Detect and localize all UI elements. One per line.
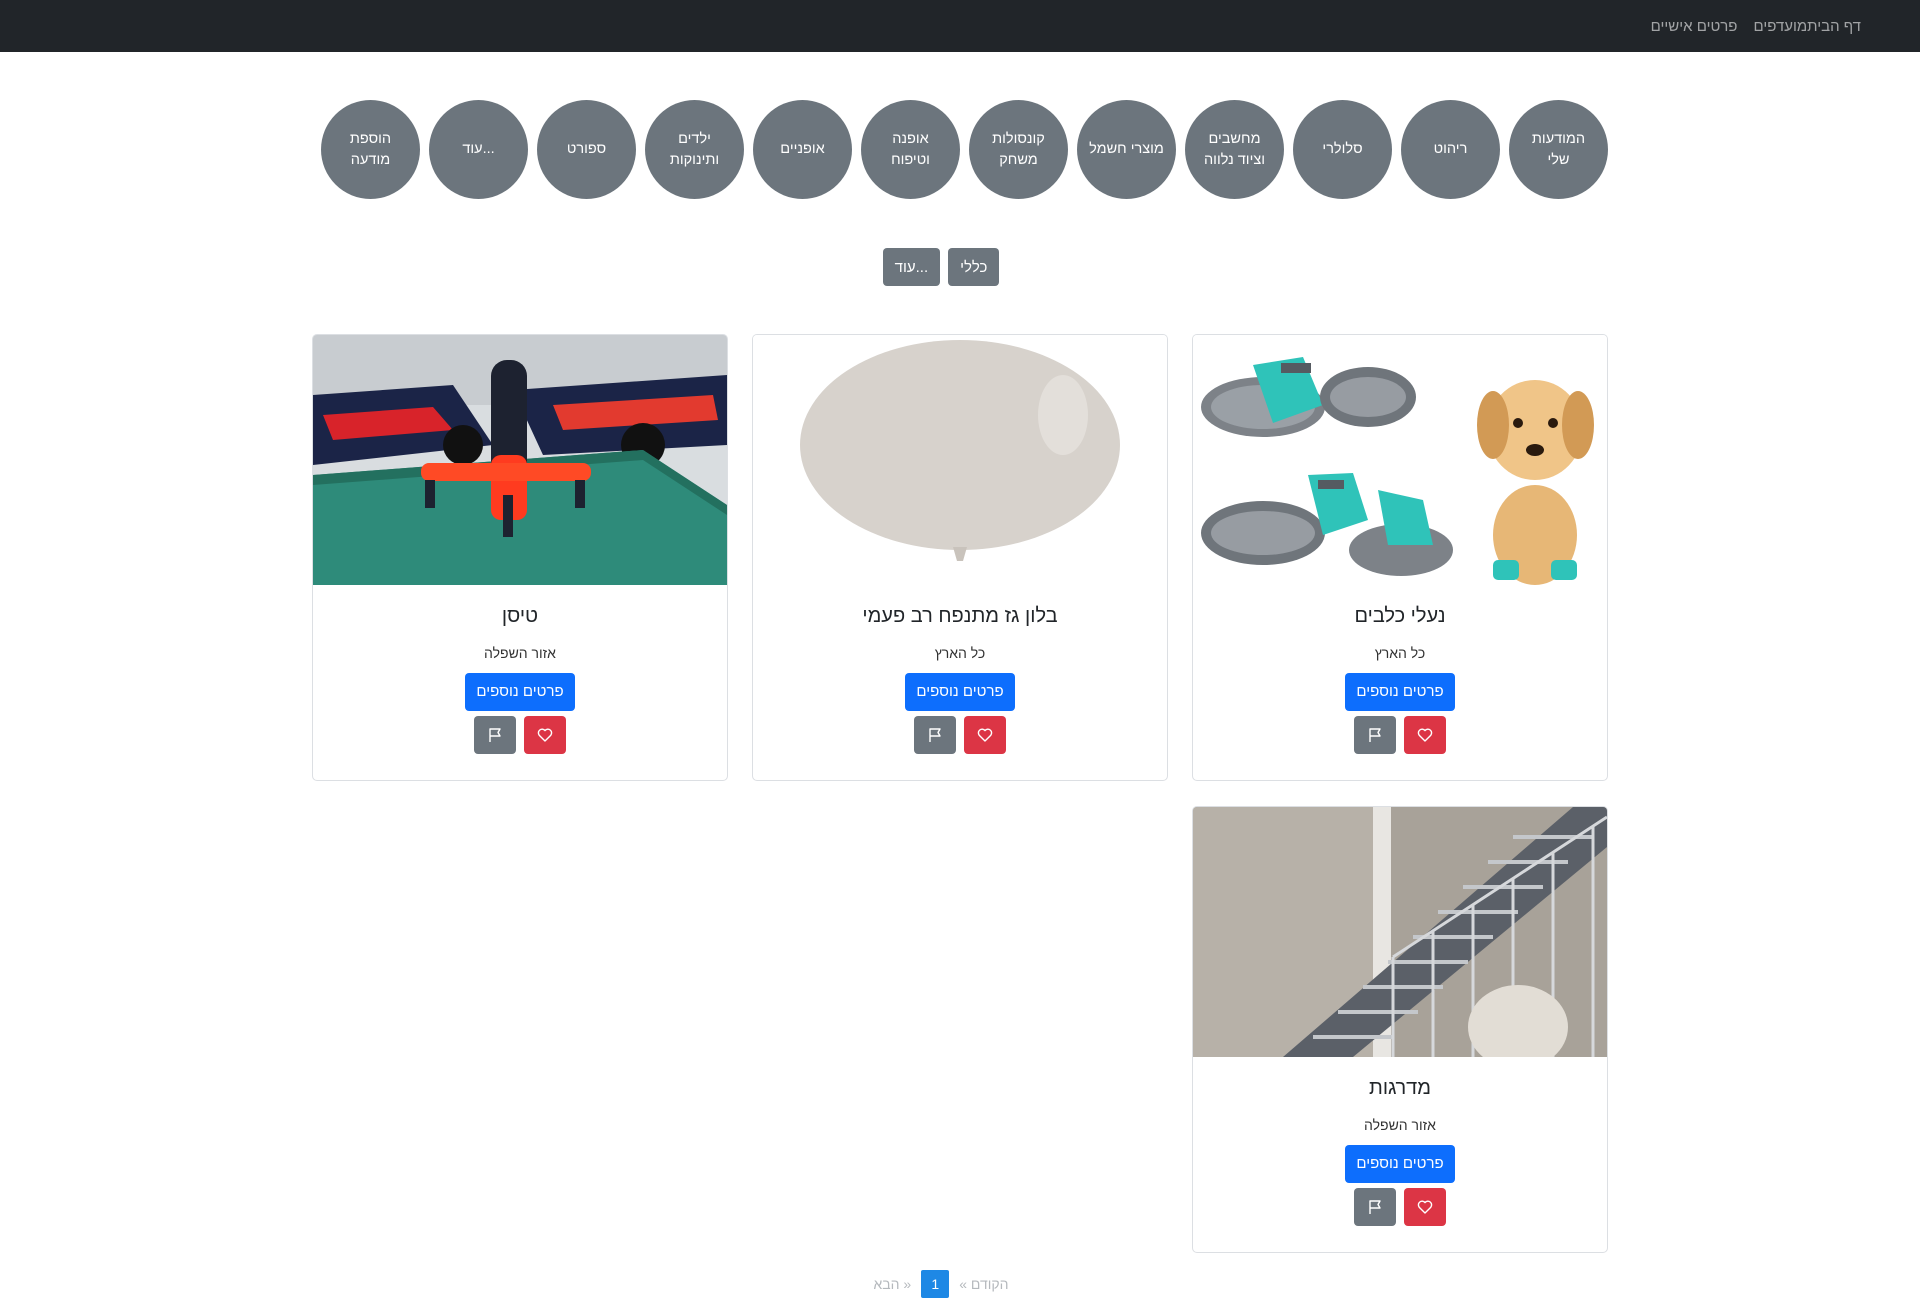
category-row: המודעות שלי ריהוט סלולרי מחשבים וציוד נל…: [321, 100, 1608, 199]
category-fashion[interactable]: אופנה וטיפוח: [861, 100, 960, 199]
category-add-ad[interactable]: הוספת מודעה: [321, 100, 420, 199]
stairs-illustration: [1193, 807, 1607, 1057]
product-card: נעלי כלבים כל הארץ פרטים נוספים: [1192, 334, 1608, 781]
flag-icon: [1369, 728, 1381, 742]
product-card: מדרגות אזור השפלה פרטים נוספים: [1192, 806, 1608, 1253]
pagination-next[interactable]: הבא »: [873, 1276, 911, 1292]
favorite-button[interactable]: [1404, 716, 1446, 754]
more-details-button[interactable]: פרטים נוספים: [905, 673, 1015, 711]
balloon-illustration: [753, 335, 1167, 585]
favorite-button[interactable]: [524, 716, 566, 754]
category-kids[interactable]: ילדים ותינוקות: [645, 100, 744, 199]
flag-icon: [489, 728, 501, 742]
pagination-previous[interactable]: « הקודם: [959, 1276, 1008, 1292]
product-title: נעלי כלבים: [1354, 605, 1446, 627]
category-furniture[interactable]: ריהוט: [1401, 100, 1500, 199]
dog-shoes-illustration: [1193, 335, 1607, 585]
dog-shoes-photo-icon[interactable]: [1193, 335, 1607, 585]
drone-illustration: [313, 335, 727, 585]
more-details-button[interactable]: פרטים נוספים: [1345, 673, 1455, 711]
product-location: אזור השפלה: [484, 645, 556, 661]
category-game-consoles[interactable]: קונסולות משחק: [969, 100, 1068, 199]
balloon-photo-icon[interactable]: [753, 335, 1167, 585]
stairs-photo-icon[interactable]: [1193, 807, 1607, 1057]
drone-photo-icon[interactable]: [313, 335, 727, 585]
card-actions: [313, 716, 727, 754]
product-title: טיסן: [501, 605, 539, 627]
more-details-button[interactable]: פרטים נוספים: [465, 673, 575, 711]
heart-icon: [1417, 728, 1433, 742]
category-cellular[interactable]: סלולרי: [1293, 100, 1392, 199]
category-more[interactable]: עוד...: [429, 100, 528, 199]
category-sport[interactable]: ספורט: [537, 100, 636, 199]
product-card: בלון גז מתנפח רב פעמי כל הארץ פרטים נוספ…: [752, 334, 1168, 781]
nav-link-personal-details[interactable]: פרטים אישיים: [1651, 18, 1738, 35]
heart-icon: [977, 728, 993, 742]
product-location: אזור השפלה: [1364, 1117, 1436, 1133]
nav-link-favorites[interactable]: מועדפים: [1753, 18, 1807, 35]
product-location: כל הארץ: [934, 645, 986, 661]
top-navbar: דף הבית מועדפים פרטים אישיים: [0, 0, 1920, 52]
category-bicycles[interactable]: אופניים: [753, 100, 852, 199]
card-actions: [1193, 716, 1607, 754]
product-card: טיסן אזור השפלה פרטים נוספים: [312, 334, 728, 781]
card-actions: [1193, 1188, 1607, 1226]
product-title: מדרגות: [1369, 1077, 1431, 1099]
subcategory-general-button[interactable]: כללי: [948, 248, 1000, 286]
favorite-button[interactable]: [1404, 1188, 1446, 1226]
product-title: בלון גז מתנפח רב פעמי: [862, 605, 1058, 627]
subcategory-row: כללי עוד...: [0, 248, 1920, 286]
product-location: כל הארץ: [1374, 645, 1426, 661]
category-electronics[interactable]: מוצרי חשמל: [1077, 100, 1176, 199]
card-actions: [753, 716, 1167, 754]
nav-link-home[interactable]: דף הבית: [1807, 18, 1861, 35]
heart-icon: [1417, 1200, 1433, 1214]
flag-icon: [1369, 1200, 1381, 1214]
nav-links: דף הבית מועדפים פרטים אישיים: [1635, 0, 1861, 52]
report-button[interactable]: [1354, 716, 1396, 754]
favorite-button[interactable]: [964, 716, 1006, 754]
report-button[interactable]: [914, 716, 956, 754]
pagination: « הקודם 1 הבא »: [0, 1270, 1920, 1298]
category-computers[interactable]: מחשבים וציוד נלווה: [1185, 100, 1284, 199]
more-details-button[interactable]: פרטים נוספים: [1345, 1145, 1455, 1183]
heart-icon: [537, 728, 553, 742]
report-button[interactable]: [474, 716, 516, 754]
subcategory-more-button[interactable]: עוד...: [882, 248, 941, 286]
flag-icon: [929, 728, 941, 742]
pagination-current-page[interactable]: 1: [921, 1270, 950, 1298]
report-button[interactable]: [1354, 1188, 1396, 1226]
category-my-ads[interactable]: המודעות שלי: [1509, 100, 1608, 199]
